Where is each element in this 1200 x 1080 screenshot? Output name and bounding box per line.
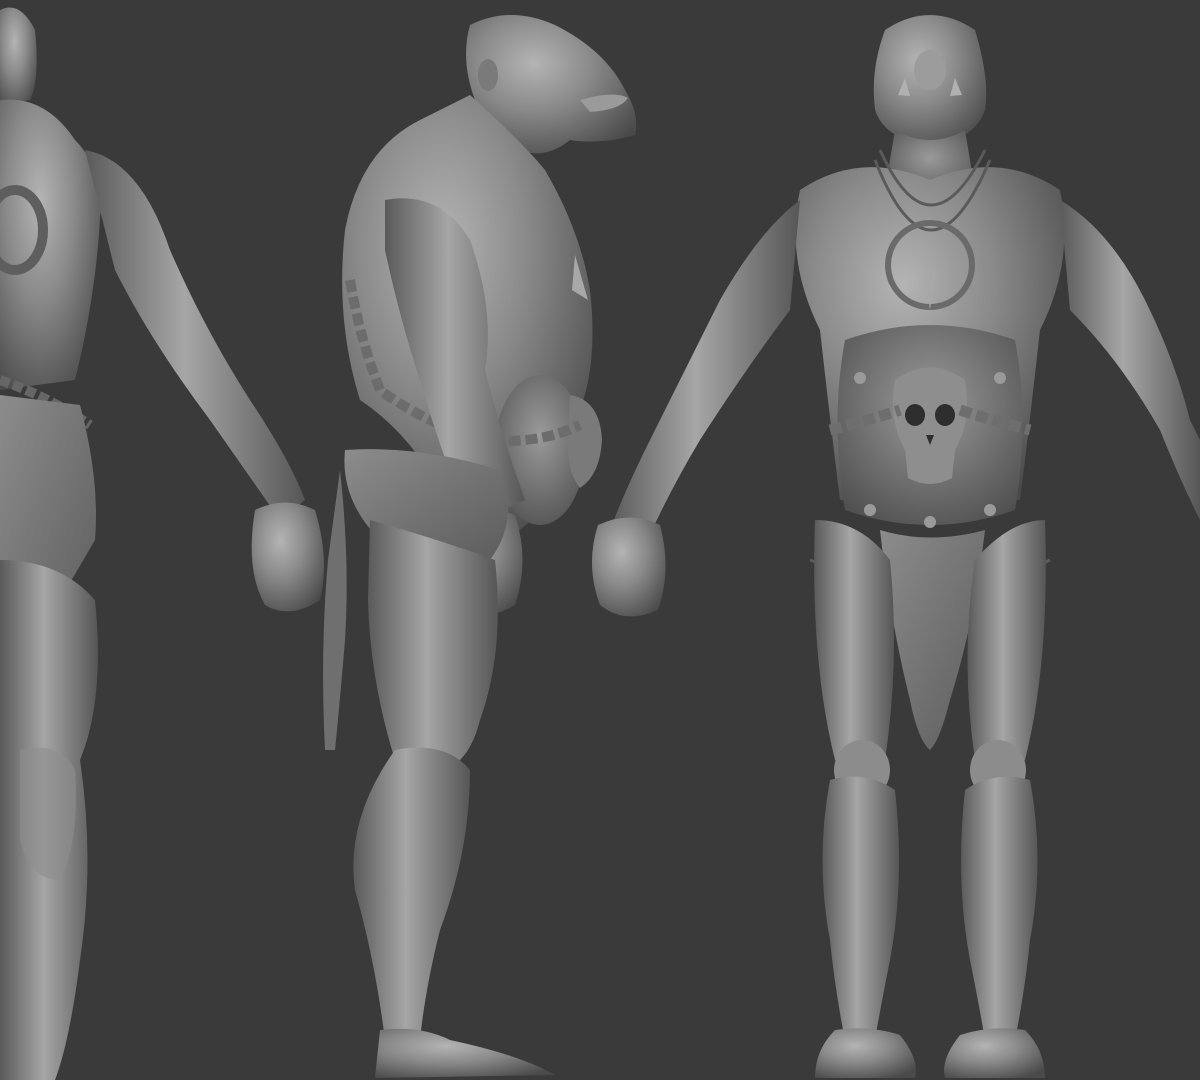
front-left-fist — [591, 517, 666, 617]
back-fist — [251, 502, 324, 612]
side-skull-ornament — [567, 395, 602, 488]
side-foot — [375, 1028, 555, 1078]
sculpt-viewport[interactable] — [0, 0, 1200, 1080]
front-right-foot — [944, 1028, 1045, 1078]
ogre-side-figure — [323, 15, 637, 1078]
front-left-foot — [815, 1028, 916, 1078]
ogre-front-figure — [591, 15, 1200, 1078]
turnaround-canvas — [0, 7, 1200, 1080]
ogre-back-figure — [0, 7, 324, 1080]
